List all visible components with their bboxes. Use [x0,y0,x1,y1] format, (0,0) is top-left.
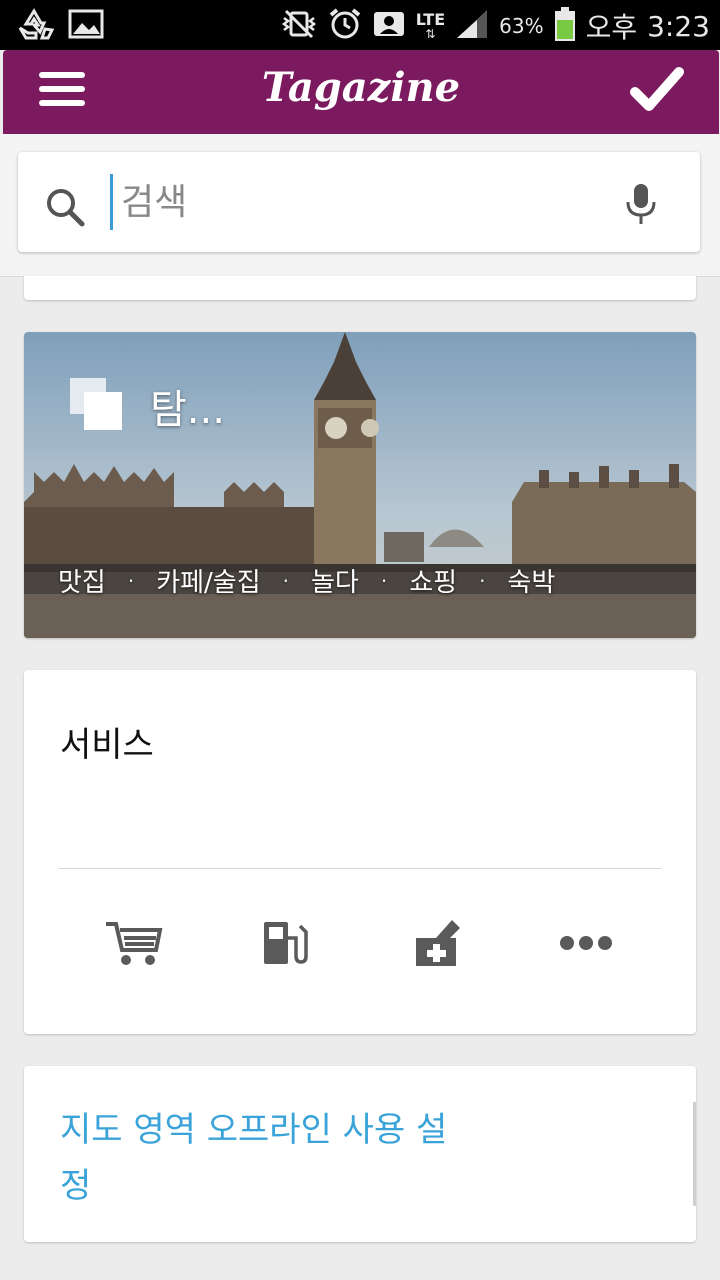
data-arrows-icon: ⇅ [425,27,436,41]
separator: · [282,568,290,593]
battery-icon [554,6,576,46]
explore-card[interactable]: 탐... 맛집 · 카페/술집 · 놀다 · 쇼핑 · 숙박 [24,332,696,638]
partial-card [24,276,696,300]
network-type: LTE [415,10,446,29]
link-shopping[interactable]: 쇼핑 [409,562,457,599]
link-play[interactable]: 놀다 [311,562,359,599]
services-title: 서비스 [60,725,154,765]
divider [58,868,662,869]
checkmark-icon [630,67,684,111]
search-area [0,134,720,277]
battery-percent: 63% [499,14,544,38]
status-bar: LTE ⇅ 63% 오후 3:23 [0,0,720,50]
alarm-icon [328,7,362,45]
explore-header: 탐... [68,376,225,436]
image-icon [68,8,104,46]
pharmacy-icon[interactable] [412,918,464,972]
separator: · [380,568,388,593]
dnd-icon [372,9,406,43]
separator: · [479,568,486,593]
link-cafe-bar[interactable]: 카페/술집 [156,562,260,599]
link-restaurants[interactable]: 맛집 [58,562,106,599]
offline-card: 지도 영역 오프라인 사용 설정 [24,1066,696,1242]
explore-links: 맛집 · 카페/술집 · 놀다 · 쇼핑 · 숙박 [58,562,555,599]
explore-title: 탐... [150,387,225,433]
clock: 3:23 [647,9,710,43]
explore-copy-icon [68,376,124,436]
time-period: 오후 [585,11,638,44]
app-bar: Tagazine [3,50,719,134]
offline-map-link[interactable]: 지도 영역 오프라인 사용 설정 [60,1102,460,1214]
microphone-icon[interactable] [624,182,658,230]
link-lodging[interactable]: 숙박 [507,562,555,599]
search-icon [44,186,88,232]
separator: · [127,568,135,593]
gas-station-icon[interactable] [260,918,310,972]
search-box [18,152,700,252]
search-input[interactable] [110,174,601,230]
services-card: 서비스 [24,670,696,1034]
shopping-cart-icon[interactable] [104,918,164,972]
network-indicator: LTE ⇅ [415,10,446,41]
services-icon-row [24,918,696,982]
recycle-icon [14,8,55,46]
confirm-button[interactable] [629,66,685,116]
app-title: Tagazine [261,64,461,111]
vibrate-off-icon [280,9,318,43]
more-dots-icon[interactable] [558,918,614,972]
scroll-edge [693,1102,696,1206]
signal-icon [455,8,489,44]
